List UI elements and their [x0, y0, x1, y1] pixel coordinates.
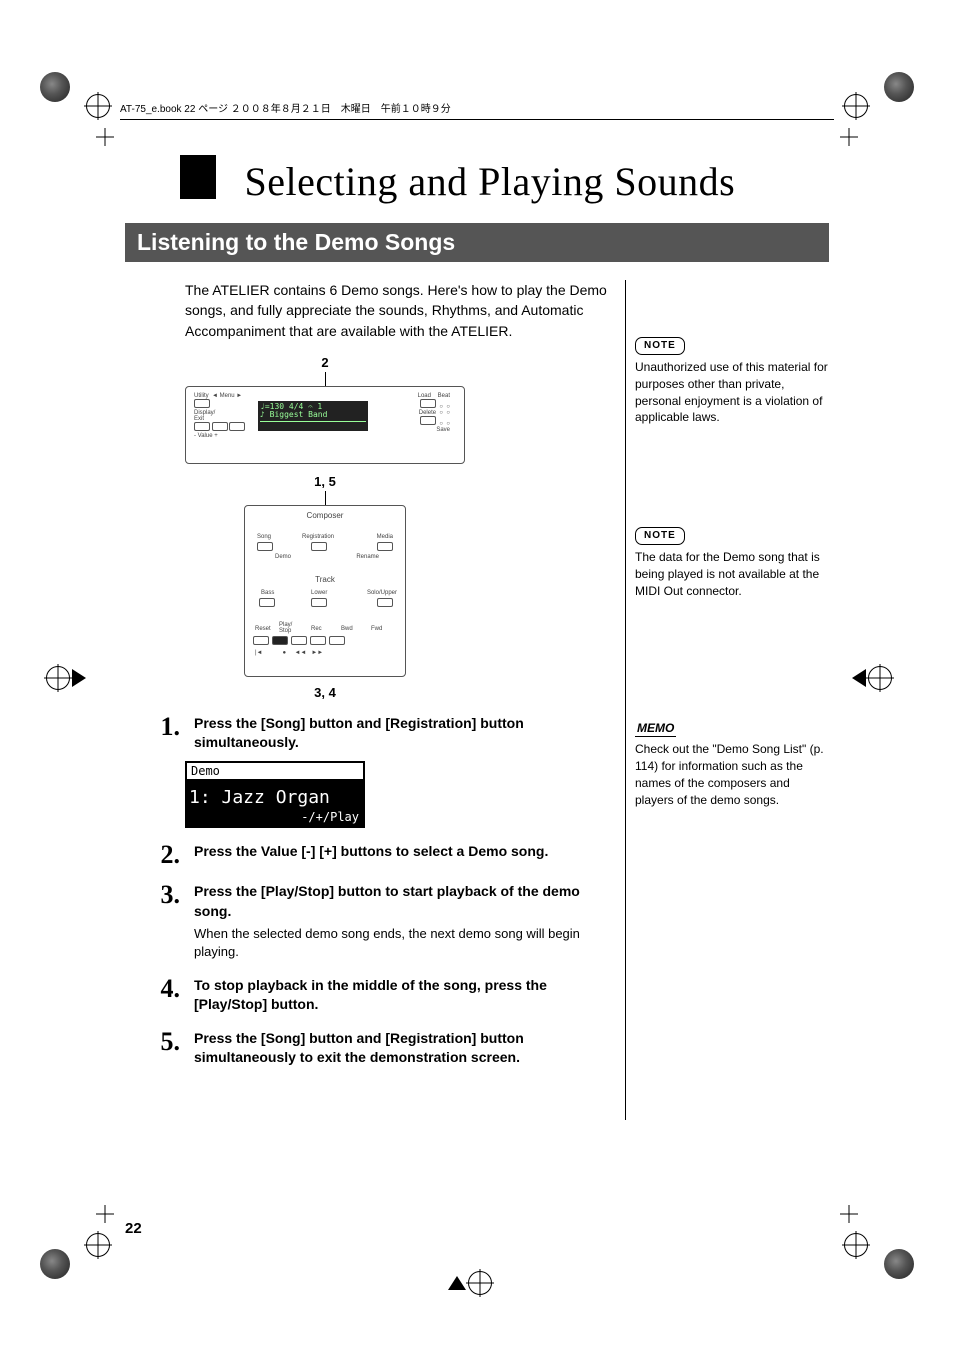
running-header: AT-75_e.book 22 ページ ２００８年８月２１日 木曜日 午前１０時…	[120, 100, 834, 120]
step-4: 4. To stop playback in the middle of the…	[125, 976, 615, 1015]
intro-text: The ATELIER contains 6 Demo songs. Here'…	[185, 280, 615, 341]
sidebar-memo: MEMO Check out the "Demo Song List" (p. …	[635, 720, 829, 809]
lcd-line2: ♪ Biggest Band	[260, 411, 366, 419]
side-mark-right	[852, 666, 910, 686]
tick-bl	[96, 1205, 114, 1223]
sidebar-note-2: NOTE The data for the Demo song that is …	[635, 526, 829, 599]
side-mark-bottom	[448, 1271, 506, 1291]
crop-mark-tl	[40, 72, 88, 120]
tick-tr	[840, 128, 858, 146]
callout-2: 2	[185, 355, 465, 370]
crop-mark-tr	[866, 72, 914, 120]
chapter-title: Selecting and Playing Sounds	[180, 155, 829, 205]
sidebar-note-1: NOTE Unauthorized use of this material f…	[635, 336, 829, 426]
section-title: Listening to the Demo Songs	[125, 223, 829, 262]
tick-tl	[96, 128, 114, 146]
crop-mark-br	[866, 1231, 914, 1279]
callout-3-4: 3, 4	[185, 685, 465, 700]
memo-icon: MEMO	[635, 720, 676, 738]
page-number: 22	[125, 1220, 142, 1237]
panel-diagram: 2 ♩=130 4/4 𝄐 1 ♪ Biggest Band Utility ◄…	[185, 355, 465, 700]
demo-lcd-screenshot: Demo 1: Jazz Organ -/+/Play	[185, 761, 365, 828]
note-icon: NOTE	[635, 337, 685, 355]
note-icon: NOTE	[635, 527, 685, 545]
callout-1-5: 1, 5	[185, 474, 465, 489]
side-mark-left	[44, 666, 102, 686]
step-3: 3. Press the [Play/Stop] button to start…	[125, 882, 615, 962]
step-5: 5. Press the [Song] button and [Registra…	[125, 1029, 615, 1068]
tick-br	[840, 1205, 858, 1223]
step-1: 1. Press the [Song] button and [Registra…	[125, 714, 615, 753]
column-divider	[625, 280, 626, 1120]
crop-mark-bl	[40, 1231, 88, 1279]
step-2: 2. Press the Value [-] [+] buttons to se…	[125, 842, 615, 868]
